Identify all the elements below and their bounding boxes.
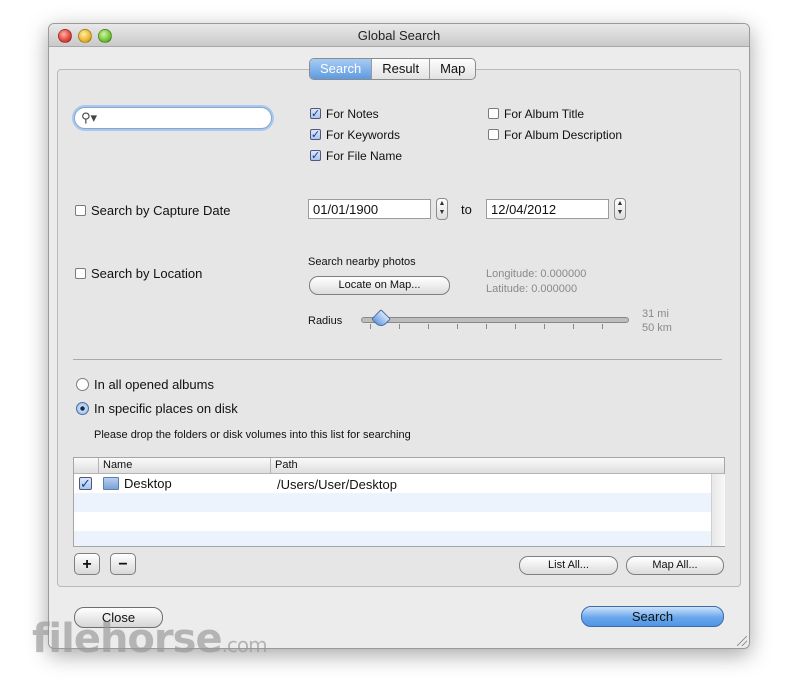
column-header-path[interactable]: Path (275, 459, 298, 471)
for-album-description-label: For Album Description (504, 128, 623, 142)
table-row-empty (74, 512, 711, 531)
drop-hint: Please drop the folders or disk volumes … (94, 429, 411, 441)
column-separator (270, 458, 271, 473)
date-from-field[interactable]: 01/01/1900 (308, 199, 431, 219)
locate-on-map-button[interactable]: Locate on Map... (309, 276, 450, 295)
watermark-logo: filehorse.com (32, 616, 268, 662)
radius-slider[interactable] (361, 317, 629, 323)
for-album-title-checkbox[interactable] (488, 108, 499, 119)
title-bar[interactable]: Global Search (49, 24, 749, 47)
list-all-button[interactable]: List All... (519, 556, 618, 575)
row-include-checkbox[interactable]: ✓ (79, 477, 92, 490)
radius-label: Radius (308, 315, 343, 327)
for-notes-checkbox[interactable]: ✓ (310, 108, 321, 120)
capture-date-label: Search by Capture Date (91, 203, 231, 218)
resize-grip-icon[interactable] (737, 636, 747, 646)
table-row-empty (74, 493, 711, 512)
slider-tick (573, 324, 574, 329)
search-input[interactable]: ⚲▾ (74, 107, 272, 129)
tab-map[interactable]: Map (430, 59, 475, 79)
slider-tick (486, 324, 487, 329)
slider-tick (602, 324, 603, 329)
for-file-name-checkbox[interactable]: ✓ (310, 150, 321, 162)
slider-tick (428, 324, 429, 329)
tab-result[interactable]: Result (372, 59, 431, 79)
longitude-readout: Longitude: 0.000000 (486, 268, 587, 280)
for-file-name-label: For File Name (326, 149, 403, 163)
table-row[interactable]: ✓ Desktop /Users/User/Desktop (74, 474, 711, 493)
specific-places-radio[interactable] (76, 402, 89, 415)
window-title: Global Search (357, 28, 441, 43)
latitude-readout: Latitude: 0.000000 (486, 283, 578, 295)
tab-search[interactable]: Search (310, 59, 373, 79)
add-place-button[interactable]: + (74, 553, 100, 575)
date-to-label: to (461, 202, 472, 217)
slider-tick (544, 324, 545, 329)
slider-tick (457, 324, 458, 329)
nearby-label: Search nearby photos (308, 256, 416, 268)
all-albums-radio[interactable] (76, 378, 89, 391)
magnifier-icon[interactable]: ⚲▾ (81, 110, 97, 126)
watermark-suffix: .com (221, 633, 268, 657)
specific-places-label: In specific places on disk (94, 401, 238, 416)
section-divider (73, 359, 722, 360)
radius-km: 50 km (642, 322, 672, 334)
slider-tick (399, 324, 400, 329)
for-album-description-checkbox[interactable] (488, 129, 499, 140)
row-name: Desktop (124, 476, 172, 491)
map-all-button[interactable]: Map All... (626, 556, 724, 575)
radius-miles: 31 mi (642, 308, 669, 320)
for-keywords-label: For Keywords (326, 128, 401, 142)
global-search-window: Global Search Search Result Map ⚲▾ ✓ For… (48, 23, 750, 649)
capture-date-checkbox[interactable] (75, 205, 86, 216)
location-label: Search by Location (91, 266, 203, 281)
for-notes-label: For Notes (326, 107, 379, 121)
all-albums-label: In all opened albums (94, 377, 214, 392)
vertical-scrollbar[interactable] (711, 474, 725, 546)
column-header-name[interactable]: Name (103, 459, 132, 471)
location-checkbox[interactable] (75, 268, 86, 279)
date-to-stepper[interactable]: ▲ ▼ (614, 198, 626, 220)
row-path: /Users/User/Desktop (277, 477, 397, 492)
slider-tick (370, 324, 371, 329)
tab-bar: Search Result Map (309, 58, 477, 80)
for-album-title-label: For Album Title (504, 107, 585, 121)
remove-place-button[interactable]: − (110, 553, 136, 575)
table-row-empty (74, 531, 711, 546)
column-separator (98, 458, 99, 473)
slider-tick (515, 324, 516, 329)
date-from-stepper[interactable]: ▲ ▼ (436, 198, 448, 220)
table-header: Name Path (74, 458, 724, 474)
search-button[interactable]: Search (581, 606, 724, 627)
watermark-text: filehorse (32, 616, 223, 662)
places-table[interactable]: Name Path ✓ Desktop /Users/User/Desktop (73, 457, 725, 547)
date-to-field[interactable]: 12/04/2012 (486, 199, 609, 219)
folder-icon (103, 477, 119, 490)
for-keywords-checkbox[interactable]: ✓ (310, 129, 321, 141)
